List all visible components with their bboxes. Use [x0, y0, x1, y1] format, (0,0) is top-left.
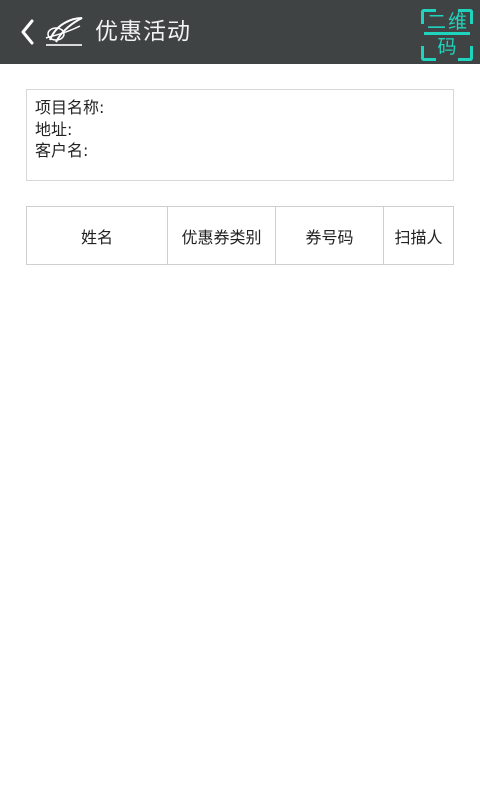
qr-label-line2: 码 — [437, 36, 457, 58]
address-label: 地址: — [35, 119, 73, 139]
top-app-bar: 优惠活动 二维 码 — [0, 0, 480, 64]
column-header-coupon-type: 优惠券类别 — [168, 207, 276, 264]
project-info-panel: 项目名称: 地址: 客户名: — [26, 89, 454, 181]
page-title: 优惠活动 — [95, 19, 191, 45]
coupon-table-header: 姓名 优惠券类别 券号码 扫描人 — [26, 206, 454, 265]
column-header-name: 姓名 — [27, 207, 168, 264]
qr-scan-button[interactable]: 二维 码 — [421, 9, 473, 61]
back-button[interactable] — [14, 16, 40, 48]
qr-label-line1: 二维 — [426, 11, 469, 33]
column-header-scanner: 扫描人 — [394, 227, 443, 247]
brand-logo-icon — [42, 14, 86, 50]
project-name-label: 项目名称: — [35, 98, 105, 117]
column-header-coupon-number: 券号码 — [276, 207, 384, 264]
customer-name-label: 客户名: — [35, 141, 89, 160]
chevron-left-icon — [20, 19, 34, 45]
